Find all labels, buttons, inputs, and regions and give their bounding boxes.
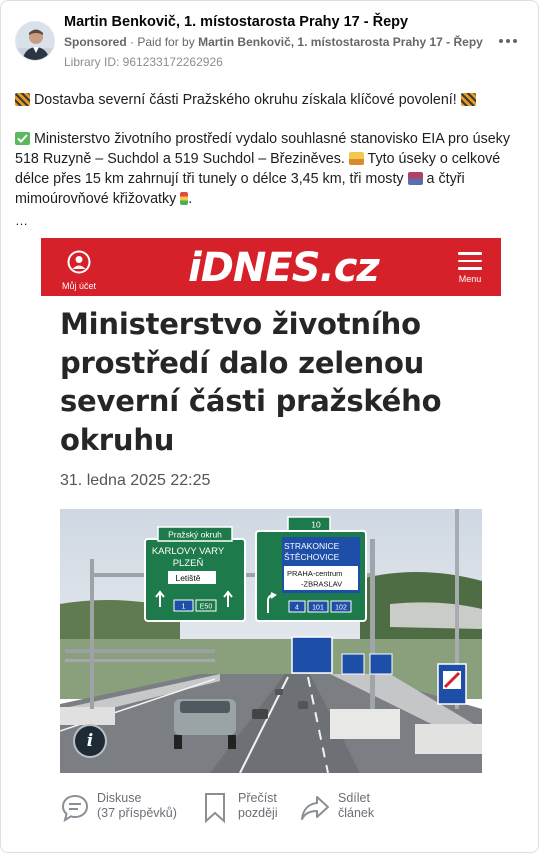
svg-text:Letiště: Letiště — [175, 573, 200, 583]
svg-text:1: 1 — [181, 602, 185, 611]
svg-text:ŠTĚCHOVICE: ŠTĚCHOVICE — [284, 552, 340, 562]
author-avatar[interactable] — [15, 21, 55, 61]
post-paragraph-2: Ministerstvo životního prostředí vydalo … — [15, 131, 510, 207]
sponsored-post-card: Martin Benkovič, 1. místostarosta Prahy … — [0, 0, 539, 853]
menu-button[interactable]: Menu — [450, 252, 490, 284]
svg-text:PRAHA-centrum: PRAHA-centrum — [287, 569, 342, 578]
post-paragraph-1: Dostavba severní části Pražského okruhu … — [15, 90, 476, 110]
article-photo[interactable]: Pražský okruh KARLOVY VARY PLZEŇ Letiště… — [60, 509, 482, 773]
svg-text:10: 10 — [311, 520, 321, 530]
svg-text:KARLOVY VARY: KARLOVY VARY — [152, 546, 225, 557]
article-actions: Diskuse (37 příspěvků) Přečíst později S… — [60, 791, 482, 825]
user-icon — [67, 250, 91, 274]
info-icon: i — [86, 731, 94, 751]
site-logo[interactable]: iDNES.cz — [188, 245, 380, 291]
svg-text:E50: E50 — [200, 604, 213, 611]
svg-text:101: 101 — [312, 605, 324, 612]
road-construction-icon — [348, 152, 364, 165]
more-options-icon[interactable] — [496, 31, 520, 51]
comment-bubble-icon — [61, 794, 89, 823]
svg-text:PLZEŇ: PLZEŇ — [173, 558, 204, 569]
svg-text:Pražský okruh: Pražský okruh — [168, 530, 222, 540]
menu-label: Menu — [458, 273, 482, 284]
paid-for-name[interactable]: Martin Benkovič, 1. místostarosta Prahy … — [198, 35, 483, 49]
post-header: Martin Benkovič, 1. místostarosta Prahy … — [1, 1, 538, 73]
read-later-label-2: později — [238, 806, 278, 820]
see-more-ellipsis[interactable]: … — [15, 211, 28, 231]
read-later-label-1: Přečíst — [238, 791, 277, 805]
share-label-1: Sdílet — [338, 791, 370, 805]
paid-for-prefix: Paid for by — [137, 35, 195, 49]
info-button[interactable]: i — [73, 724, 107, 758]
sponsored-label[interactable]: Sponsored — [64, 35, 127, 49]
article-preview[interactable]: Můj účet iDNES.cz Menu Ministerstvo živo… — [41, 238, 501, 833]
account-label: Můj účet — [61, 281, 96, 291]
bridge-icon — [407, 172, 423, 185]
share-label-2: článek — [338, 806, 375, 820]
construction-barrier-icon — [15, 93, 30, 106]
svg-text:STRAKONICE: STRAKONICE — [284, 541, 340, 551]
discussion-label: Diskuse — [97, 791, 142, 805]
site-header-bar: Můj účet iDNES.cz Menu — [41, 238, 501, 296]
sponsored-meta: Sponsored · Paid for by Martin Benkovič,… — [64, 35, 483, 49]
library-id: Library ID: 961233172262926 — [64, 55, 223, 69]
share-arrow-icon — [301, 796, 329, 820]
svg-text:-ZBRASLAV: -ZBRASLAV — [301, 580, 342, 589]
article-headline[interactable]: Ministerstvo životního prostředí dalo ze… — [60, 305, 480, 459]
discussion-count: (37 příspěvků) — [97, 806, 177, 820]
bookmark-icon — [205, 793, 225, 824]
svg-text:4: 4 — [295, 605, 299, 612]
author-name[interactable]: Martin Benkovič, 1. místostarosta Prahy … — [64, 14, 408, 30]
svg-text:102: 102 — [335, 605, 347, 612]
construction-barrier-icon — [460, 93, 476, 106]
check-mark-icon — [15, 132, 30, 145]
hamburger-icon — [450, 252, 490, 270]
article-date: 31. ledna 2025 22:25 — [60, 472, 211, 489]
account-button[interactable]: Můj účet — [53, 250, 105, 291]
